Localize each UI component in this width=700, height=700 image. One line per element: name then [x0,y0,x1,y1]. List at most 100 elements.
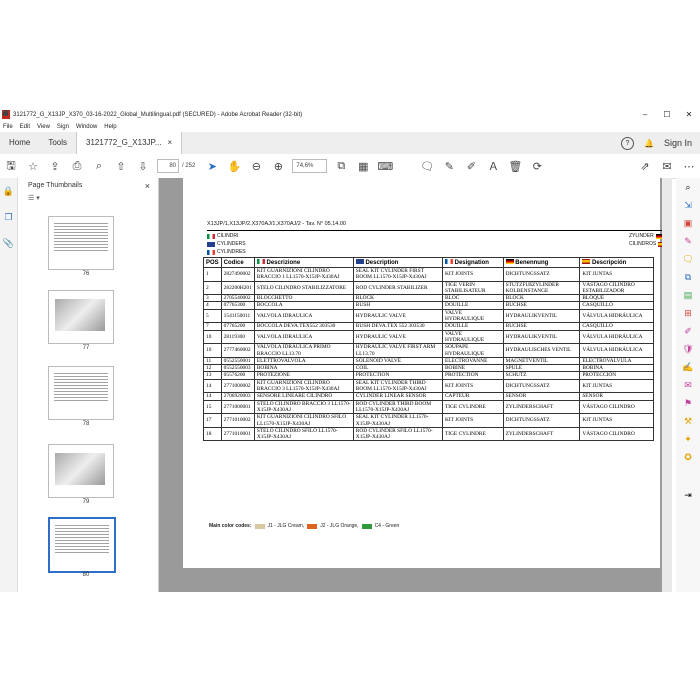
attachment-icon[interactable]: 📎 [0,230,17,256]
highlight-icon[interactable]: ✎ [438,160,460,173]
table-cell: VÁLVULA HIDRÁULICA [579,343,654,358]
bell-icon[interactable]: 🔔 [644,139,654,148]
menu-file[interactable]: File [3,124,13,130]
table-cell: PROTEZIONE [253,371,354,380]
france-flag-icon [444,259,453,264]
table-cell: BUCHSE [502,301,581,310]
uk-flag-icon [355,259,364,264]
zoom-in-icon[interactable]: ⊕ [267,160,289,173]
tab-tools[interactable]: Tools [39,132,76,154]
stamp-icon[interactable]: ⚑ [676,394,700,412]
close-window-button[interactable]: ✕ [678,110,700,119]
create-pdf-icon[interactable]: ▣ [676,214,700,232]
more-icon[interactable]: ⋯ [678,160,700,173]
pdf-page: X13JP/1,X13JP/2,X370AJ/1,X370AJ/2 - Tav.… [183,178,667,568]
more-tools-icon[interactable]: ✦ [676,430,700,448]
keyboard-icon[interactable]: ⌨ [374,160,396,173]
table-cell: CASQUILLO [579,322,654,331]
page-thumbnail[interactable] [48,290,114,344]
table-cell: ROD CYLINDER SFILO LL1570-X15JP-X430AJ [352,426,443,442]
table-cell: DOUILLE [441,301,504,310]
draw-icon[interactable]: ✐ [460,160,482,173]
fit-page-icon[interactable]: ⧉ [330,160,352,173]
upload-icon[interactable]: ⇪ [44,160,66,173]
compress-icon[interactable]: ⊞ [676,304,700,322]
print-icon[interactable]: ⎙ [66,160,88,173]
redact-icon[interactable]: ✐ [676,322,700,340]
tab-home[interactable]: Home [0,132,39,154]
minimize-button[interactable]: – [634,110,656,119]
save-icon[interactable]: 🖫 [0,157,22,176]
lock-icon[interactable]: 🔒 [0,178,17,204]
measure-icon[interactable]: ⚒ [676,412,700,430]
table-cell: BOBINA [579,364,654,373]
table-cell: 2771000001 [220,399,255,415]
lang-label: CILINDRI [217,233,239,239]
share-icon[interactable]: ⇗ [634,160,656,173]
send-icon[interactable]: ✉ [676,376,700,394]
search-icon[interactable]: ⌕ [88,160,110,173]
organize-icon[interactable]: ▤ [676,286,700,304]
convert-icon[interactable]: ⟳ [526,160,548,173]
close-panel-icon[interactable]: × [145,178,150,194]
table-row: 12 0552550003 BOBINA COIL BOBINE SPULE BOBINA [203,364,654,373]
table-cell: 13 [203,371,222,380]
spain-flag-icon [582,259,591,264]
table-cell: 14 [203,378,222,394]
zoom-out-icon[interactable]: ⊖ [245,160,267,173]
text-icon[interactable]: Ａ [482,158,504,174]
prev-page-icon[interactable]: ⇧ [110,160,132,173]
certificate-icon[interactable]: ✪ [676,448,700,466]
menu-sign[interactable]: Sign [57,124,69,130]
document-scrollbar[interactable] [662,178,672,592]
combine-icon[interactable]: ⧉ [676,268,700,286]
table-cell: HYDRAULIKVENTIL [502,329,581,345]
bookmark-icon[interactable]: ☆ [22,160,44,173]
page-number-input[interactable]: 80 [157,159,179,173]
export-pdf-icon[interactable]: ⇲ [676,196,700,214]
menu-window[interactable]: Window [76,124,97,130]
table-cell: SOLENOID VALVE [352,356,443,366]
comment-icon[interactable]: 🗨 [416,160,438,173]
page-thumbnail[interactable] [48,366,114,420]
thumbnails-scrollbar[interactable] [150,196,156,588]
comment-tool-icon[interactable]: 🗨 [676,250,700,268]
help-icon[interactable]: ? [621,136,634,150]
menu-help[interactable]: Help [104,124,116,130]
thumbnail-options-icon[interactable]: ☰ ▾ [18,194,158,208]
select-cursor-icon[interactable]: ➤ [201,160,223,173]
maximize-button[interactable]: ☐ [656,110,678,119]
expand-rail-icon[interactable]: ⇥ [676,486,700,504]
table-cell: KIT JUNTAS [579,378,654,394]
zoom-select[interactable]: 74,6% [292,159,328,173]
document-viewer[interactable]: X13JP/1,X13JP/2,X370AJ/1,X370AJ/2 - Tav.… [159,178,671,592]
table-cell: KIT JUNTAS [579,267,654,282]
fill-sign-icon[interactable]: ✍ [676,358,700,376]
table-cell: VÁLVULA HIDRÁULICA [579,329,654,345]
table-row: 14 2706920003 SENSORE LINEARE CILINDRO CYLI… [203,392,654,401]
page-thumbnail[interactable] [48,216,114,270]
table-cell: VÁSTAGO CILINDRO [579,399,654,415]
page-thumbnail[interactable] [48,444,114,498]
menu-edit[interactable]: Edit [20,124,30,130]
edit-pdf-icon[interactable]: ✎ [676,232,700,250]
tab-document[interactable]: 3121772_G_X13JP... × [76,132,183,154]
table-row: 17 2771010002 KIT GUARNIZIONI CILINDRO SFI… [203,413,654,428]
protect-icon[interactable]: 🛡 [676,340,700,358]
table-cell: BOCCOLA DEVA.TEX552 303530 [253,322,354,331]
mail-icon[interactable]: ✉ [656,160,678,173]
next-page-icon[interactable]: ⇩ [132,160,154,173]
legend-swatch-green [361,523,372,529]
thumbnails-icon[interactable]: ❐ [0,204,17,230]
hand-tool-icon[interactable]: ✋ [223,160,245,173]
sign-in-button[interactable]: Sign In [664,138,692,148]
menu-view[interactable]: View [37,124,50,130]
col-label: Description [365,260,399,266]
page-thumbnail[interactable] [48,517,116,573]
scroll-mode-icon[interactable]: ▦ [352,160,374,173]
table-cell: HYDRAULIC VALVE [352,308,443,324]
close-tab-icon[interactable]: × [168,132,173,154]
search-tool-icon[interactable]: ⌕ [676,178,700,196]
delete-icon[interactable]: 🗑 [504,160,526,173]
table-cell: HYDRAULIC VALVE [352,329,443,345]
